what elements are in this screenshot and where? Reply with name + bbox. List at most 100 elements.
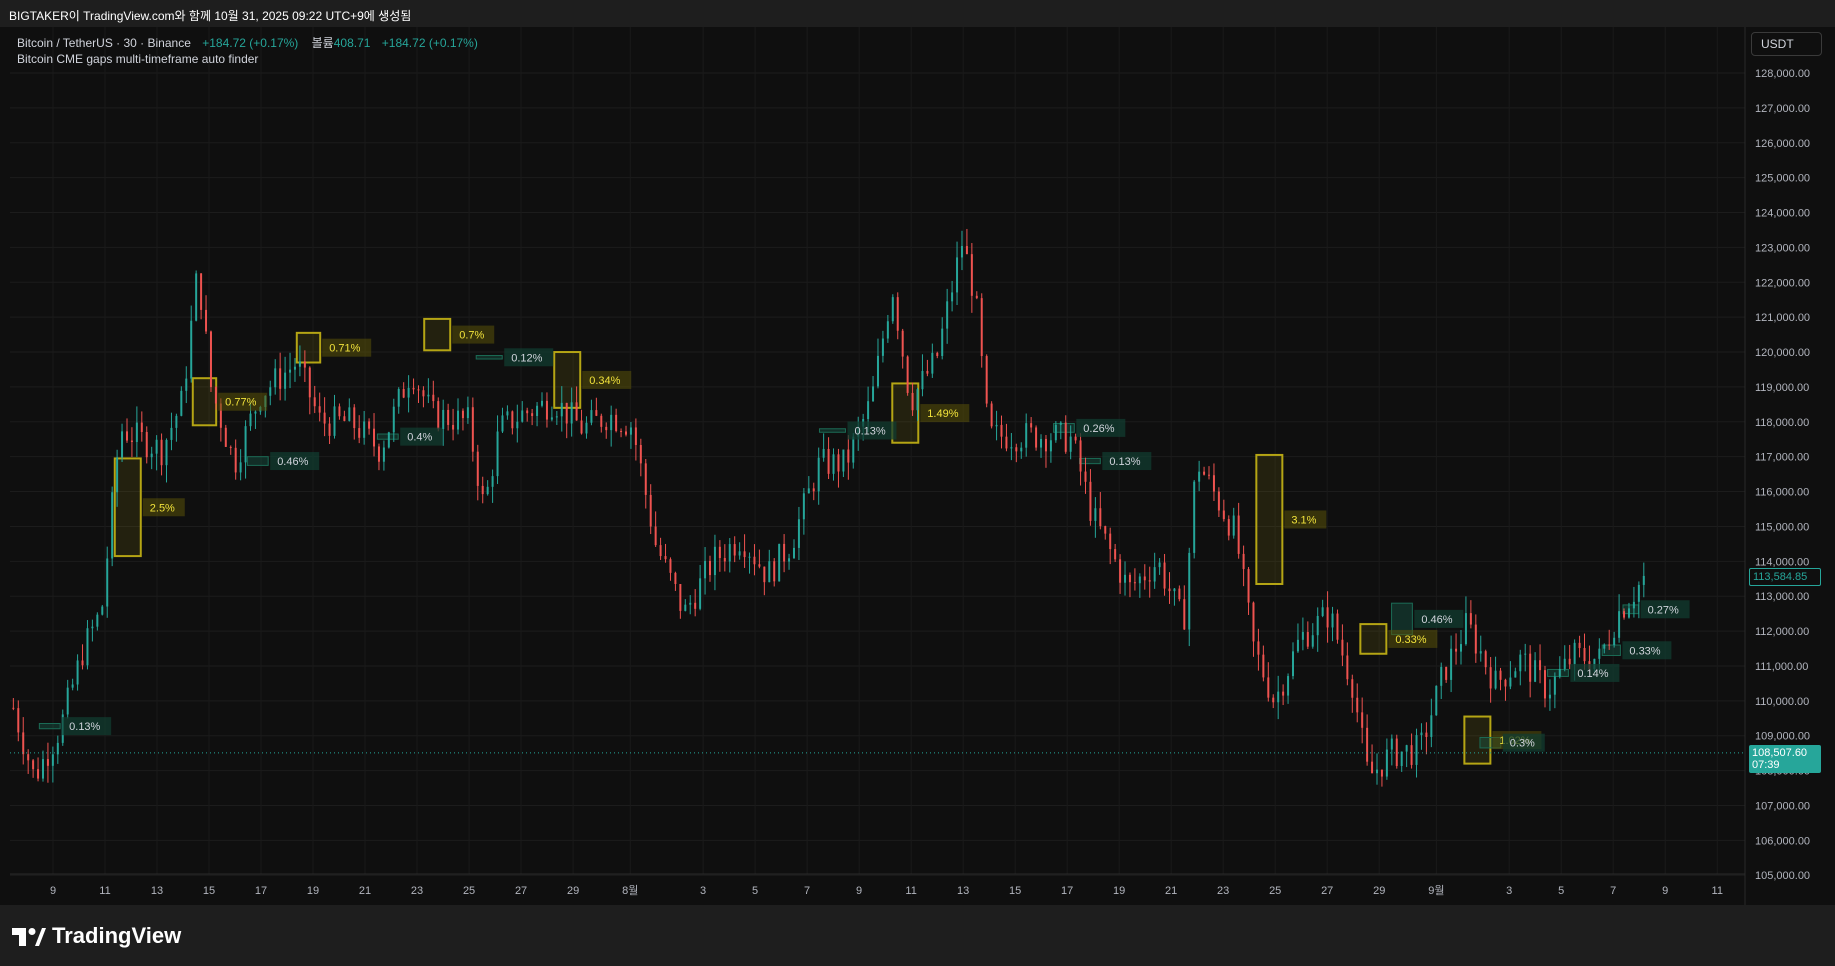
price-tick-label: 127,000.00	[1755, 103, 1810, 115]
candle-body	[980, 298, 983, 357]
candle-body	[1267, 677, 1270, 698]
candle-body	[634, 427, 637, 445]
gap-label: 0.33%	[1629, 645, 1660, 657]
candle-body	[145, 431, 148, 458]
volume-value: 408.71	[333, 36, 371, 50]
candle-body	[1084, 471, 1087, 482]
candle-body	[956, 257, 959, 293]
currency-button[interactable]: USDT	[1751, 32, 1822, 56]
candle-body	[466, 407, 469, 419]
candle-body	[298, 361, 301, 367]
candle-body	[659, 545, 662, 557]
candle-body	[1395, 738, 1398, 766]
candle-body	[1227, 519, 1230, 536]
gap-label: 0.4%	[407, 432, 432, 444]
candle-body	[1094, 508, 1097, 521]
candle-body	[1504, 679, 1507, 687]
candle-body	[817, 457, 820, 492]
candle-body	[995, 424, 998, 427]
candle-body	[1568, 658, 1571, 665]
gap-label: 0.46%	[277, 456, 308, 468]
candle-body	[155, 439, 158, 454]
candle-body	[595, 410, 598, 416]
candle-body	[1306, 632, 1309, 647]
tradingview-brand: TradingView	[52, 923, 182, 948]
price-tick-label: 107,000.00	[1755, 800, 1810, 812]
price-tick-label: 111,000.00	[1755, 661, 1808, 673]
time-tick-label: 9	[1662, 885, 1668, 897]
candle-body	[896, 297, 899, 331]
candle-body	[377, 446, 380, 462]
candle-body	[506, 411, 509, 416]
candle-body	[743, 551, 746, 558]
candle-body	[160, 439, 163, 466]
candle-body	[748, 556, 751, 558]
time-tick-label: 5	[752, 885, 758, 897]
time-tick-label: 25	[1269, 885, 1281, 897]
candle-body	[1247, 569, 1250, 603]
candle-body	[511, 411, 514, 429]
candle-body	[1316, 615, 1319, 636]
candle-body	[827, 448, 830, 474]
candle-body	[1301, 632, 1304, 640]
time-tick-label: 5	[1558, 885, 1564, 897]
candle-body	[1257, 641, 1260, 655]
symbol-legend[interactable]: Bitcoin / TetherUS · 30 · Binance +184.7…	[17, 34, 478, 51]
candle-body	[200, 273, 203, 310]
candle-body	[461, 410, 464, 419]
chart-pane[interactable]: 2.5%0.77%0.71%0.7%0.34%1.49%3.1%0.33%1.0…	[10, 27, 1835, 905]
candle-body	[773, 561, 776, 582]
candle-body	[1366, 727, 1369, 762]
candle-body	[970, 254, 973, 296]
candle-body	[1114, 549, 1117, 560]
candle-body	[654, 526, 657, 546]
indicator-label[interactable]: Bitcoin CME gaps multi-timeframe auto fi…	[17, 52, 258, 66]
tradingview-logo[interactable]: TradingView	[12, 923, 181, 949]
candle-body	[1064, 422, 1067, 452]
candle-body	[1015, 447, 1018, 452]
gap-label: 3.1%	[1291, 514, 1316, 526]
candle-body	[491, 476, 494, 487]
price-tick-label: 114,000.00	[1755, 556, 1809, 568]
candle-body	[368, 421, 371, 429]
candle-body	[590, 410, 593, 423]
candle-body	[629, 427, 632, 435]
candle-body	[1331, 613, 1334, 628]
candle-body	[797, 519, 800, 548]
candle-body	[1464, 613, 1467, 645]
candle-body	[936, 352, 939, 356]
symbol-label[interactable]: Bitcoin / TetherUS · 30 · Binance	[17, 36, 191, 50]
candle-body	[318, 406, 321, 413]
candle-body	[1089, 481, 1092, 521]
time-tick-label: 9월	[1428, 884, 1444, 897]
candle-body	[12, 707, 15, 709]
candle-body	[46, 759, 49, 766]
time-tick-label: 25	[463, 885, 475, 897]
candle-body	[876, 355, 879, 387]
candle-body	[1573, 642, 1576, 665]
candle-body	[565, 402, 568, 424]
candle-body	[1371, 761, 1374, 774]
candle-body	[521, 410, 524, 422]
price-chart[interactable]: 2.5%0.77%0.71%0.7%0.34%1.49%3.1%0.33%1.0…	[10, 27, 1835, 905]
candle-body	[205, 309, 208, 332]
price-tick-label: 113,000.00	[1755, 591, 1809, 603]
candle-body	[1494, 670, 1497, 689]
candle-body	[921, 370, 924, 390]
candle-body	[1030, 423, 1033, 428]
candle-body	[1049, 440, 1052, 452]
time-tick-label: 13	[151, 885, 163, 897]
candle-body	[254, 411, 257, 414]
time-tick-label: 29	[567, 885, 579, 897]
candle-body	[1262, 654, 1265, 678]
candle-body	[269, 387, 272, 396]
candle-body	[891, 297, 894, 322]
candle-body	[881, 338, 884, 356]
candle-body	[867, 401, 870, 420]
price-tick-label: 109,000.00	[1755, 731, 1810, 743]
candle-body	[121, 431, 124, 458]
candle-body	[382, 447, 385, 462]
candle-body	[328, 423, 331, 436]
candle-body	[1459, 644, 1462, 652]
volume-label: 볼륨	[311, 36, 334, 50]
